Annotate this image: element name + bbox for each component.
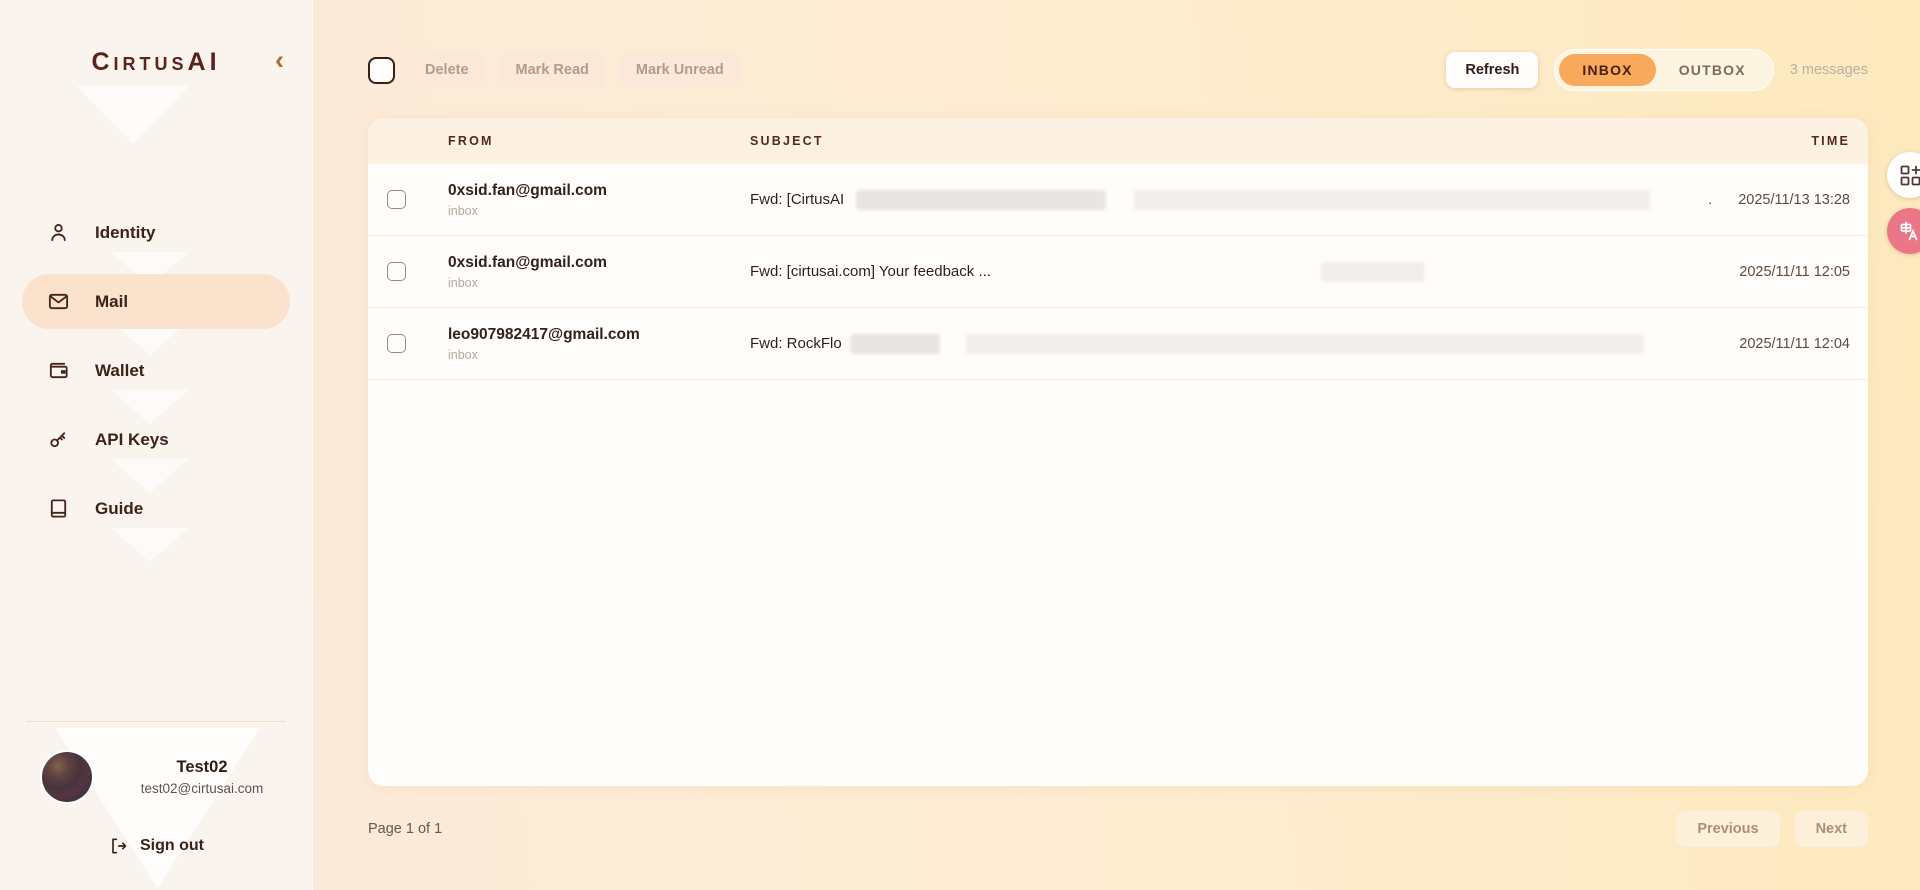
sidebar: CirtusAI ‹ Identity Mail Wallet API Ke [0,0,313,890]
redacted-text [1134,190,1650,210]
redacted-text [966,334,1644,354]
mail-icon [47,290,70,313]
subject-cell: Fwd: [CirtusAI [750,190,1650,210]
sign-out-button[interactable]: Sign out [108,836,204,856]
mail-toolbar: Delete Mark Read Mark Unread Refresh INB… [368,52,1868,88]
time-cell: 2025/11/11 12:05 [1650,264,1850,280]
main-content: Delete Mark Read Mark Unread Refresh INB… [313,0,1920,890]
row-checkbox[interactable] [387,262,406,281]
sidebar-nav: Identity Mail Wallet API Keys Guide [0,205,312,536]
sidebar-item-label: Identity [95,223,155,243]
wallet-icon [47,359,70,382]
user-card: Test02 test02@cirtusai.com [0,752,312,802]
inbox-outbox-toggle: INBOX OUTBOX [1554,49,1773,91]
row-checkbox[interactable] [387,190,406,209]
from-cell: 0xsid.fan@gmail.com inbox [430,254,750,290]
message-time: 2025/11/13 13:28 [1738,192,1850,208]
select-all-checkbox[interactable] [368,57,395,84]
next-page-button[interactable]: Next [1795,811,1868,847]
user-icon [47,221,70,244]
toolbar-right: Refresh INBOX OUTBOX 3 messages [1446,49,1868,91]
pagination-buttons: Previous Next [1676,811,1868,847]
user-name: Test02 [114,758,290,777]
user-meta: Test02 test02@cirtusai.com [114,758,290,796]
grid-add-icon[interactable] [1887,152,1920,198]
sign-out-label: Sign out [140,837,204,855]
watermark-triangle [77,86,189,144]
time-cell: . 2025/11/13 13:28 [1650,192,1850,208]
subject-text: Fwd: RockFlo [750,335,842,352]
book-icon [47,497,70,520]
previous-page-button[interactable]: Previous [1676,811,1779,847]
subject-suffix: . [1708,192,1712,208]
column-header-from: FROM [430,134,750,148]
sidebar-item-label: API Keys [95,430,169,450]
refresh-button[interactable]: Refresh [1446,52,1538,88]
redacted-text [856,190,1106,210]
table-empty-space [368,380,1868,786]
sidebar-item-label: Guide [95,499,143,519]
time-cell: 2025/11/11 12:04 [1650,336,1850,352]
sidebar-item-wallet[interactable]: Wallet [22,343,290,398]
from-cell: 0xsid.fan@gmail.com inbox [430,182,750,218]
sender-email: 0xsid.fan@gmail.com [448,254,750,272]
sidebar-item-api-keys[interactable]: API Keys [22,412,290,467]
subject-cell: Fwd: [cirtusai.com] Your feedback ... [750,262,1650,282]
table-row[interactable]: 0xsid.fan@gmail.com inbox Fwd: [cirtusai… [368,236,1868,308]
key-icon [47,428,70,451]
sender-email: 0xsid.fan@gmail.com [448,182,750,200]
sign-out-icon [108,836,128,856]
row-checkbox[interactable] [387,334,406,353]
brand-logo: CirtusAI [91,48,220,76]
translate-icon[interactable] [1887,208,1920,254]
sidebar-item-mail[interactable]: Mail [22,274,290,329]
subject-cell: Fwd: RockFlo [750,334,1650,354]
page-info: Page 1 of 1 [368,821,442,837]
sidebar-item-label: Wallet [95,361,144,381]
redacted-text [850,334,940,354]
avatar [42,752,92,802]
folder-label: inbox [448,276,750,290]
table-row[interactable]: 0xsid.fan@gmail.com inbox Fwd: [CirtusAI… [368,164,1868,236]
row-checkbox-cell [368,262,430,281]
edge-floating-buttons [1887,152,1920,254]
message-time: 2025/11/11 12:04 [1739,336,1850,352]
folder-label: inbox [448,348,750,362]
mark-unread-button[interactable]: Mark Unread [619,53,741,87]
table-header: FROM SUBJECT TIME [368,118,1868,164]
column-header-subject: SUBJECT [750,134,1650,148]
subject-text: Fwd: [CirtusAI [750,191,844,208]
folder-label: inbox [448,204,750,218]
table-row[interactable]: leo907982417@gmail.com inbox Fwd: RockFl… [368,308,1868,380]
divider [26,721,286,722]
tab-inbox[interactable]: INBOX [1559,54,1655,86]
sidebar-footer: Test02 test02@cirtusai.com Sign out [0,721,312,890]
redacted-text [1321,262,1425,282]
sidebar-item-identity[interactable]: Identity [22,205,290,260]
logo-row: CirtusAI ‹ [0,0,312,77]
mark-read-button[interactable]: Mark Read [499,53,606,87]
row-checkbox-cell [368,334,430,353]
sidebar-item-label: Mail [95,292,128,312]
delete-button[interactable]: Delete [408,53,486,87]
tab-outbox[interactable]: OUTBOX [1656,54,1769,86]
column-header-time: TIME [1650,134,1850,148]
message-time: 2025/11/11 12:05 [1739,264,1850,280]
sender-email: leo907982417@gmail.com [448,326,750,344]
sidebar-collapse-button[interactable]: ‹ [275,50,284,70]
messages-count: 3 messages [1790,62,1868,78]
sidebar-item-guide[interactable]: Guide [22,481,290,536]
from-cell: leo907982417@gmail.com inbox [430,326,750,362]
subject-text: Fwd: [cirtusai.com] Your feedback ... [750,263,991,280]
row-checkbox-cell [368,190,430,209]
pagination: Page 1 of 1 Previous Next [368,811,1868,847]
user-email: test02@cirtusai.com [114,781,290,796]
mail-table-card: FROM SUBJECT TIME 0xsid.fan@gmail.com in… [368,118,1868,786]
